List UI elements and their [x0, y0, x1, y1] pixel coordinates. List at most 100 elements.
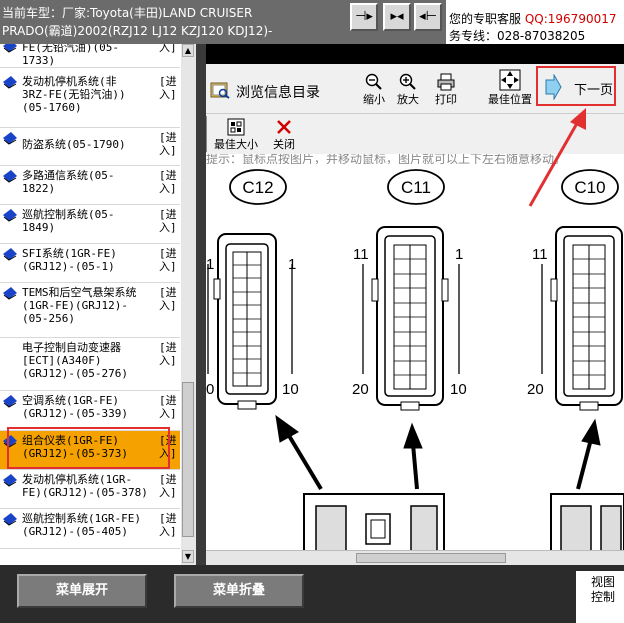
- sidebar-item[interactable]: 巡航控制系统(1GR-FE) (GRJ12)-(05-405) [进 入]: [0, 509, 180, 549]
- enter-link[interactable]: [进 入]: [159, 75, 179, 101]
- zoom-in-label: 放大: [397, 93, 419, 106]
- sidebar-item[interactable]: 多路通信系统(05- 1822) [进 入]: [0, 166, 180, 205]
- c12-label: C12: [242, 178, 273, 197]
- sidebar-item[interactable]: TEMS和后空气悬架系统 (1GR-FE)(GRJ12)- (05-256) […: [0, 283, 180, 338]
- book-icon: [3, 248, 17, 261]
- c11-pin-label: 20: [352, 381, 369, 398]
- sidebar-item-label: 空调系统(1GR-FE) (GRJ12)-(05-339): [22, 394, 128, 420]
- sidebar-item[interactable]: 发动机停机系统(1GR- FE)(GRJ12)-(05-378) [进 入]: [0, 470, 180, 509]
- best-size-icon: [227, 118, 245, 136]
- zoom-out-button[interactable]: 缩小: [360, 73, 388, 107]
- printer-icon: [437, 73, 455, 91]
- print-button[interactable]: 打印: [432, 73, 460, 107]
- book-icon: [3, 44, 17, 53]
- c12-pin-label: 10: [282, 381, 299, 398]
- sidebar-menu: FE(无铅汽油)(05- 1733) 入] 发动机停机系统(非 3RZ-FE(无…: [0, 44, 196, 565]
- middle-page-button[interactable]: ▸◂: [383, 3, 411, 31]
- best-size-button[interactable]: 最佳大小: [210, 118, 262, 152]
- sidebar-scrollbar[interactable]: ▲ ▼: [181, 44, 196, 565]
- c11-label: C11: [401, 178, 431, 197]
- enter-link[interactable]: [进 入]: [159, 341, 179, 367]
- c10-connector: [541, 226, 623, 411]
- sidebar-item-label: 电子控制自动变速器 [ECT](A340F) (GRJ12)-(05-276): [22, 341, 128, 380]
- current-vehicle-line1: 当前车型：厂家:Toyota(丰田)LAND CRUISER: [2, 6, 253, 20]
- service-panel: 您的专职客服 QQ:196790017 务专线：028-87038205: [446, 0, 624, 44]
- book-icon: [3, 513, 17, 526]
- enter-link[interactable]: [进 入]: [159, 286, 179, 312]
- sidebar-item[interactable]: SFI系统(1GR-FE) (GRJ12)-(05-1) [进 入]: [0, 244, 180, 283]
- enter-link[interactable]: [进 入]: [159, 473, 179, 499]
- zoom-out-label: 缩小: [363, 93, 385, 106]
- panel-splitter[interactable]: [196, 44, 206, 565]
- top-bar: 当前车型：厂家:Toyota(丰田)LAND CRUISER PRADO(霸道)…: [0, 0, 624, 44]
- sidebar-item-label: 防盗系统(05-1790): [22, 138, 126, 151]
- c12-pin-label: 0: [206, 381, 214, 398]
- sidebar-item-label: 发动机停机系统(非 3RZ-FE(无铅汽油)) (05-1760): [22, 75, 126, 114]
- sidebar-item-label: TEMS和后空气悬架系统 (1GR-FE)(GRJ12)- (05-256): [22, 286, 137, 325]
- bottom-bar: 菜单展开 菜单折叠: [0, 565, 624, 623]
- expand-menu-button[interactable]: 菜单展开: [17, 574, 147, 608]
- enter-link[interactable]: [进 入]: [159, 208, 179, 234]
- c11-pin-label: 10: [450, 381, 467, 398]
- zoom-in-icon: [399, 73, 416, 90]
- view-control-panel[interactable]: 视图 控制: [576, 571, 624, 623]
- zoom-in-button[interactable]: 放大: [394, 73, 422, 107]
- service-label: 您的专职客服: [449, 12, 522, 26]
- first-page-button[interactable]: ⊣▸: [350, 3, 378, 31]
- service-qq-line: 您的专职客服 QQ:196790017: [449, 10, 617, 27]
- pointer-arrows: [275, 414, 601, 491]
- zoom-out-icon: [365, 73, 382, 90]
- scroll-down-arrow-icon[interactable]: ▼: [182, 550, 194, 563]
- book-icon: [3, 395, 17, 408]
- sidebar-item-label: SFI系统(1GR-FE) (GRJ12)-(05-1): [22, 247, 117, 273]
- sidebar-item-label: 多路通信系统(05- 1822): [22, 169, 115, 195]
- sidebar-item[interactable]: 电子控制自动变速器 [ECT](A340F) (GRJ12)-(05-276) …: [0, 338, 180, 391]
- scrollbar-thumb[interactable]: [182, 382, 194, 537]
- c10-pin-label: 11: [532, 246, 548, 263]
- c12-pin-label: 1: [288, 256, 296, 273]
- browse-catalog-label: 浏览信息目录: [236, 85, 320, 101]
- enter-link[interactable]: [进 入]: [159, 247, 179, 273]
- sidebar-item[interactable]: 发动机停机系统(非 3RZ-FE(无铅汽油)) (05-1760) [进 入]: [0, 72, 180, 128]
- horizontal-scrollbar-thumb[interactable]: [356, 553, 506, 563]
- last-page-button[interactable]: ◂⊢: [414, 3, 442, 31]
- sidebar-item[interactable]: FE(无铅汽油)(05- 1733) 入]: [0, 44, 180, 68]
- c11-connector: [362, 226, 460, 411]
- c11-pin-label: 1: [455, 246, 463, 263]
- enter-link[interactable]: [进 入]: [159, 131, 179, 157]
- sidebar-item-label: 巡航控制系统(1GR-FE) (GRJ12)-(05-405): [22, 512, 141, 538]
- close-label: 关闭: [273, 138, 295, 151]
- sidebar-item-label: 巡航控制系统(05- 1849): [22, 208, 115, 234]
- service-qq[interactable]: QQ:196790017: [525, 12, 617, 26]
- sidebar-item-label: FE(无铅汽油)(05- 1733): [22, 44, 119, 67]
- red-pointer-arrow: [528, 108, 586, 207]
- c10-pin-label: 20: [527, 381, 544, 398]
- selected-item-highlight: [7, 427, 170, 469]
- best-size-label: 最佳大小: [214, 138, 258, 151]
- sidebar-item[interactable]: 巡航控制系统(05- 1849) [进 入]: [0, 205, 180, 244]
- book-icon: [3, 170, 17, 183]
- book-icon: [3, 132, 17, 145]
- enter-link[interactable]: [进 入]: [159, 512, 179, 538]
- close-button[interactable]: 关闭: [270, 118, 298, 152]
- enter-link[interactable]: [进 入]: [159, 394, 179, 420]
- c11-pin-label: 11: [353, 246, 369, 263]
- book-icon: [3, 287, 17, 300]
- sidebar-item[interactable]: 空调系统(1GR-FE) (GRJ12)-(05-339) [进 入]: [0, 391, 180, 431]
- viewer-horizontal-scrollbar[interactable]: [206, 550, 624, 565]
- sidebar-item[interactable]: 防盗系统(05-1790) [进 入]: [0, 128, 180, 166]
- current-vehicle-line2: PRADO(霸道)2002(RZJ12 LJ12 KZJ120 KDJ12)-: [2, 24, 273, 38]
- enter-link[interactable]: [进 入]: [159, 169, 179, 195]
- arrow-right-icon: [545, 74, 562, 100]
- book-icon: [3, 209, 17, 222]
- enter-link[interactable]: 入]: [159, 44, 179, 54]
- c12-connector: [207, 233, 293, 410]
- book-icon: [3, 474, 17, 487]
- c12-pin-label: 1: [206, 256, 214, 273]
- viewer-title-strip: [206, 44, 624, 64]
- best-position-icon: [499, 69, 521, 91]
- connector-diagram[interactable]: C12 C11 C10 1 0 1 10 11 20 1 10 11 20: [206, 164, 624, 565]
- scroll-up-arrow-icon[interactable]: ▲: [182, 44, 194, 57]
- view-control-line2: 控制: [591, 590, 616, 604]
- collapse-menu-button[interactable]: 菜单折叠: [174, 574, 304, 608]
